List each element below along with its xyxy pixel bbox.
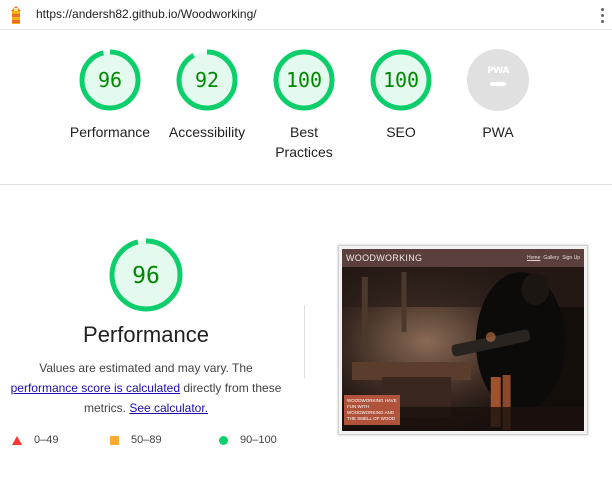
performance-description: Values are estimated and may vary. The p… [8, 358, 284, 418]
thumbnail-navbar: WOODWORKING Home Gallery Sign Up [342, 249, 584, 267]
gauge-label: PWA [482, 124, 514, 140]
thumbnail-caption: WOODWORKING HAVE FUN WITH WOODWORKING AN… [344, 395, 400, 425]
gauge-score: 100 [383, 68, 419, 92]
gauge-score: 96 [98, 68, 122, 92]
circle-icon [219, 435, 228, 445]
gauge-performance[interactable]: 96 Performance [60, 48, 160, 142]
legend-average: 50–89 [110, 434, 162, 446]
thumbnail-nav-signup: Sign Up [562, 255, 580, 261]
performance-title: Performance [83, 322, 209, 347]
more-options-icon[interactable] [596, 4, 608, 26]
page-url[interactable]: https://andersh82.github.io/Woodworking/ [36, 7, 257, 21]
legend-fail: 0–49 [12, 434, 58, 446]
gauge-score: 100 [286, 68, 322, 92]
legend-pass: 90–100 [219, 434, 277, 446]
top-bar: https://andersh82.github.io/Woodworking/ [0, 0, 612, 30]
score-calculated-link[interactable]: performance score is calculated [11, 381, 180, 395]
gauge-label: Accessibility [168, 124, 246, 140]
gauge-ring: 100 [370, 49, 432, 111]
performance-gauge: 96 [109, 238, 183, 312]
pwa-badge-text: PWA [487, 66, 509, 76]
legend-label: 0–49 [34, 434, 59, 446]
legend-label: 50–89 [131, 434, 162, 446]
desc-text: Values are estimated and may vary. The [39, 361, 253, 375]
section-divider [0, 184, 612, 185]
thumbnail-nav-home: Home [527, 255, 541, 261]
vertical-divider [304, 305, 305, 379]
gauge-ring: 92 [176, 49, 238, 111]
lighthouse-logo-icon [11, 6, 21, 24]
performance-score: 96 [132, 263, 160, 289]
legend-label: 90–100 [240, 434, 277, 446]
gauge-label: SEO [386, 124, 416, 140]
score-summary: 96 Performance 92 Accessibility 100 Best… [0, 30, 612, 184]
gauge-ring: 100 [273, 49, 335, 111]
page-screenshot-thumbnail[interactable]: WOODWORKING Home Gallery Sign Up WOODWOR… [338, 245, 588, 435]
thumbnail-brand: WOODWORKING [346, 253, 423, 263]
gauge-pwa[interactable]: PWA PWA [448, 48, 548, 142]
thumbnail-nav-links: Home Gallery Sign Up [527, 255, 580, 261]
gauge-best-practices[interactable]: 100 Best Practices [254, 48, 354, 162]
gauge-accessibility[interactable]: 92 Accessibility [157, 48, 257, 142]
screenshot-content: WOODWORKING Home Gallery Sign Up WOODWOR… [342, 249, 584, 431]
triangle-icon [12, 435, 22, 445]
see-calculator-link[interactable]: See calculator. [129, 401, 208, 415]
gauge-label: Performance [69, 124, 151, 140]
gauge-seo[interactable]: 100 SEO [351, 48, 451, 142]
thumbnail-nav-gallery: Gallery [543, 255, 560, 261]
square-icon [110, 435, 119, 445]
gauge-label: Best Practices [275, 124, 333, 160]
gauge-ring: 96 [79, 49, 141, 111]
gauge-score: 92 [195, 68, 219, 92]
pwa-badge-icon: PWA [467, 49, 529, 111]
